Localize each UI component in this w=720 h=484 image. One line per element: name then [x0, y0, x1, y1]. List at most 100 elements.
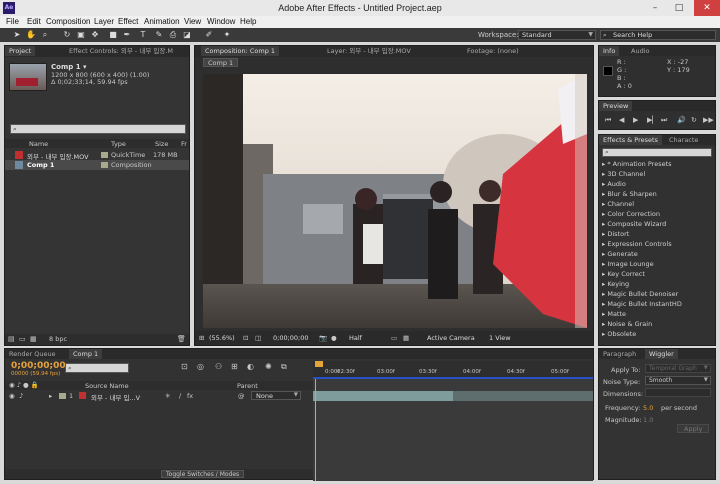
quality-icon[interactable]: ∕	[179, 392, 181, 400]
snapshot-icon[interactable]: 📷	[319, 334, 327, 342]
effects-list-item[interactable]: ▸ Magic Bullet Denoiser	[602, 290, 678, 298]
roto-brush-tool-icon[interactable]: ✐	[204, 30, 214, 40]
search-help-input[interactable]: ⌕ Search Help	[600, 30, 716, 40]
show-channel-icon[interactable]: ●	[331, 334, 337, 342]
project-item-row-selected[interactable]: Comp 1 Composition	[5, 160, 189, 170]
fx-icon[interactable]: fx	[187, 392, 193, 400]
timeline-graph-area[interactable]: 0:00f 02:30f 03:00f 03:30f 04:00f 04:30f…	[313, 361, 593, 481]
menu-composition[interactable]: Composition	[46, 17, 90, 26]
effects-list-item[interactable]: ▸ 3D Channel	[602, 170, 645, 178]
noise-type-select[interactable]: Smooth ▼	[645, 376, 711, 385]
draft-3d-icon[interactable]: ⚇	[215, 362, 222, 371]
layer-duration-bar[interactable]	[313, 391, 453, 401]
work-area-bar[interactable]	[313, 377, 593, 379]
column-source-name[interactable]: Source Name	[85, 382, 129, 390]
mask-tool-icon[interactable]: ■	[108, 30, 118, 40]
effects-list-item[interactable]: ▸ Matte	[602, 310, 626, 318]
audio-icon[interactable]: ♪	[19, 392, 23, 400]
column-parent[interactable]: Parent	[237, 382, 258, 390]
magnitude-value[interactable]: 1.0	[643, 416, 653, 424]
time-ruler[interactable]: 0:00f 02:30f 03:00f 03:30f 04:00f 04:30f…	[313, 361, 593, 379]
workspace-select[interactable]: Standard ▼	[518, 30, 596, 40]
effects-list-item[interactable]: ▸ Audio	[602, 180, 626, 188]
new-folder-icon[interactable]: ▭	[19, 335, 26, 343]
selection-tool-icon[interactable]: ➤	[12, 30, 22, 40]
close-button[interactable]: ✕	[694, 0, 720, 16]
camera-select[interactable]: Active Camera	[427, 334, 475, 342]
tab-character[interactable]: Characte	[665, 135, 702, 145]
menu-animation[interactable]: Animation	[144, 17, 180, 26]
toggle-switches-modes-button[interactable]: Toggle Switches / Modes	[161, 470, 245, 478]
menu-edit[interactable]: Edit	[27, 17, 41, 26]
column-name[interactable]: Name	[29, 140, 48, 148]
effects-list-item[interactable]: ▸ Keying	[602, 280, 629, 288]
timeline-layer-row[interactable]: ◉ ♪ ▸ 1 외부 - 내부 입...V ✳ ∕ fx @ None ▼	[5, 391, 313, 402]
column-fr[interactable]: Fr	[181, 140, 187, 148]
pan-behind-tool-icon[interactable]: ✥	[90, 30, 100, 40]
menu-effect[interactable]: Effect	[118, 17, 138, 26]
trash-icon[interactable]: 🗑	[177, 335, 186, 343]
tab-project[interactable]: Project	[5, 46, 36, 56]
camera-tool-icon[interactable]: ▣	[76, 30, 86, 40]
effects-list-item[interactable]: ▸ Image Lounge	[602, 260, 654, 268]
menu-window[interactable]: Window	[207, 17, 235, 26]
type-tool-icon[interactable]: T	[138, 30, 148, 40]
tab-paragraph[interactable]: Paragraph	[599, 349, 640, 359]
comp-mini-flowchart-icon[interactable]: ⊡	[181, 362, 188, 371]
project-search-input[interactable]: ⌕	[10, 124, 186, 134]
brainstorm-icon[interactable]: ✺	[265, 362, 272, 371]
zoom-tool-icon[interactable]: ⌕	[40, 30, 50, 40]
column-size[interactable]: Size	[155, 140, 168, 148]
tab-effects-presets[interactable]: Effects & Presets	[599, 135, 662, 145]
rotation-tool-icon[interactable]: ↻	[62, 30, 72, 40]
grid-icon[interactable]: ⊡	[243, 334, 248, 342]
frame-blending-icon[interactable]: ⊞	[231, 362, 238, 371]
tab-composition[interactable]: Composition: Comp 1	[201, 46, 280, 56]
composition-viewer[interactable]	[203, 74, 587, 328]
transparency-grid-icon[interactable]: ▦	[403, 334, 409, 342]
apply-button[interactable]: Apply	[677, 424, 710, 433]
effects-list-item[interactable]: ▸ * Animation Presets	[602, 160, 672, 168]
zoom-level[interactable]: (55.6%)	[209, 334, 235, 342]
new-comp-icon[interactable]: ▦	[30, 335, 37, 343]
puppet-tool-icon[interactable]: ✦	[222, 30, 232, 40]
tab-layer[interactable]: Layer: 외부 - 내부 입장.MOV	[323, 46, 415, 56]
first-frame-icon[interactable]: ⏮	[605, 116, 611, 125]
effects-list-item[interactable]: ▸ Obsolete	[602, 330, 636, 338]
menu-layer[interactable]: Layer	[94, 17, 114, 26]
view-layout-select[interactable]: 1 View	[489, 334, 511, 342]
menu-view[interactable]: View	[184, 17, 201, 26]
effects-list-item[interactable]: ▸ Blur & Sharpen	[602, 190, 657, 198]
live-update-icon[interactable]: ◎	[197, 362, 204, 371]
bpc-label[interactable]: 8 bpc	[49, 335, 67, 343]
effects-list-item[interactable]: ▸ Generate	[602, 250, 638, 258]
timeline-timecode[interactable]: 0;00;00;00	[11, 361, 66, 371]
minimize-button[interactable]: –	[644, 0, 666, 16]
shy-icon[interactable]: ✳	[165, 392, 170, 400]
next-frame-icon[interactable]: ▶▏	[647, 116, 658, 124]
timeline-search-input[interactable]: ⌕	[65, 363, 129, 373]
effects-list-item[interactable]: ▸ Noise & Grain	[602, 320, 652, 328]
tab-info[interactable]: Info	[599, 46, 620, 56]
effects-list-item[interactable]: ▸ Color Correction	[602, 210, 660, 218]
play-icon[interactable]: ▶	[633, 116, 638, 124]
previous-frame-icon[interactable]: ◀	[619, 116, 624, 124]
always-preview-icon[interactable]: ⊞	[199, 334, 204, 342]
work-area-start-marker[interactable]	[315, 361, 323, 367]
clone-stamp-tool-icon[interactable]: ⎙	[168, 30, 178, 40]
hand-tool-icon[interactable]: ✋	[26, 30, 36, 40]
pen-tool-icon[interactable]: ✒	[122, 30, 132, 40]
comp-name-header[interactable]: Comp 1 ▾	[51, 63, 87, 71]
expand-layer-icon[interactable]: ▸	[49, 392, 52, 400]
current-time-indicator[interactable]	[315, 379, 316, 481]
brush-tool-icon[interactable]: ✎	[154, 30, 164, 40]
last-frame-icon[interactable]: ⏭	[661, 116, 667, 125]
effects-list-item[interactable]: ▸ Key Correct	[602, 270, 645, 278]
project-item-row[interactable]: 외부 - 내부 입장.MOV QuickTime 178 MB	[5, 150, 189, 161]
tab-comp-timeline[interactable]: Comp 1	[69, 349, 103, 359]
dimensions-select[interactable]	[645, 388, 711, 397]
ram-preview-icon[interactable]: ▶▶	[703, 116, 714, 124]
interpret-footage-icon[interactable]: ▤	[8, 335, 15, 343]
tab-footage[interactable]: Footage: (none)	[463, 46, 523, 56]
effects-list-item[interactable]: ▸ Composite Wizard	[602, 220, 666, 228]
